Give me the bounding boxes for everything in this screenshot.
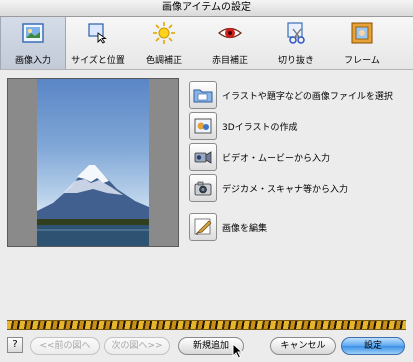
- edit-image-action[interactable]: 画像を編集: [189, 213, 409, 241]
- tab-frame[interactable]: フレーム: [330, 17, 394, 69]
- next-image-button[interactable]: 次の図へ>>: [104, 337, 170, 355]
- frame-icon: [351, 22, 373, 44]
- image-preview: [7, 78, 179, 247]
- tab-label: 赤目補正: [211, 56, 248, 66]
- cancel-button[interactable]: キャンセル: [270, 337, 336, 355]
- size-position-icon: [88, 23, 107, 44]
- create-3d-illustration-button[interactable]: [189, 112, 217, 140]
- color-correction-icon: [153, 22, 175, 44]
- edit-image-icon: [194, 218, 212, 235]
- decorative-stripe: [7, 320, 406, 330]
- edit-image-button[interactable]: [189, 213, 217, 241]
- digital-camera-icon: [194, 181, 212, 196]
- ok-button[interactable]: 設定: [341, 337, 405, 355]
- tab-label: 画像入力: [14, 56, 51, 66]
- camera-scanner-input-action[interactable]: デジカメ・スキャナ等から入力: [189, 174, 409, 202]
- create-3d-illustration-action[interactable]: 3Dイラストの作成: [189, 112, 409, 140]
- 3d-illustration-icon: [194, 118, 212, 134]
- image-input-icon: [22, 23, 44, 43]
- action-label: ビデオ・ムービーから入力: [222, 154, 331, 164]
- video-input-button[interactable]: [189, 143, 217, 171]
- tab-red-eye[interactable]: 赤目補正: [198, 17, 262, 69]
- preview-photo: [37, 79, 149, 246]
- previous-image-button[interactable]: <<前の図へ: [30, 337, 100, 355]
- folder-icon: [193, 89, 213, 103]
- dialog-window: 画像アイテムの設定 画像入力 サイズと位置 色調補正 赤目補正 切り抜き フレー…: [0, 0, 413, 362]
- tab-color-correction[interactable]: 色調補正: [132, 17, 196, 69]
- tab-crop[interactable]: 切り抜き: [264, 17, 328, 69]
- select-image-file-action[interactable]: イラストや題字などの画像ファイルを選択: [189, 81, 409, 109]
- crop-icon: [287, 22, 305, 44]
- toolbar: 画像入力 サイズと位置 色調補正 赤目補正 切り抜き フレーム: [0, 17, 413, 70]
- video-camera-icon: [194, 151, 212, 164]
- tab-label: フレーム: [344, 56, 380, 66]
- select-image-file-button[interactable]: [189, 81, 217, 109]
- mouse-cursor-icon: [232, 343, 244, 359]
- action-label: 3Dイラストの作成: [222, 123, 298, 133]
- tab-size-position[interactable]: サイズと位置: [66, 17, 130, 69]
- camera-scanner-input-button[interactable]: [189, 174, 217, 202]
- help-button[interactable]: ?: [7, 337, 23, 353]
- tab-label: 色調補正: [145, 56, 182, 66]
- tab-label: サイズと位置: [71, 56, 125, 66]
- tab-label: 切り抜き: [277, 56, 314, 66]
- mountain-image: [37, 165, 149, 246]
- action-label: イラストや題字などの画像ファイルを選択: [222, 92, 393, 102]
- video-input-action[interactable]: ビデオ・ムービーから入力: [189, 143, 409, 171]
- action-label: デジカメ・スキャナ等から入力: [222, 185, 349, 195]
- red-eye-icon: [218, 27, 242, 39]
- tab-image-input[interactable]: 画像入力: [0, 17, 66, 69]
- window-title: 画像アイテムの設定: [0, 0, 413, 17]
- action-label: 画像を編集: [222, 224, 268, 234]
